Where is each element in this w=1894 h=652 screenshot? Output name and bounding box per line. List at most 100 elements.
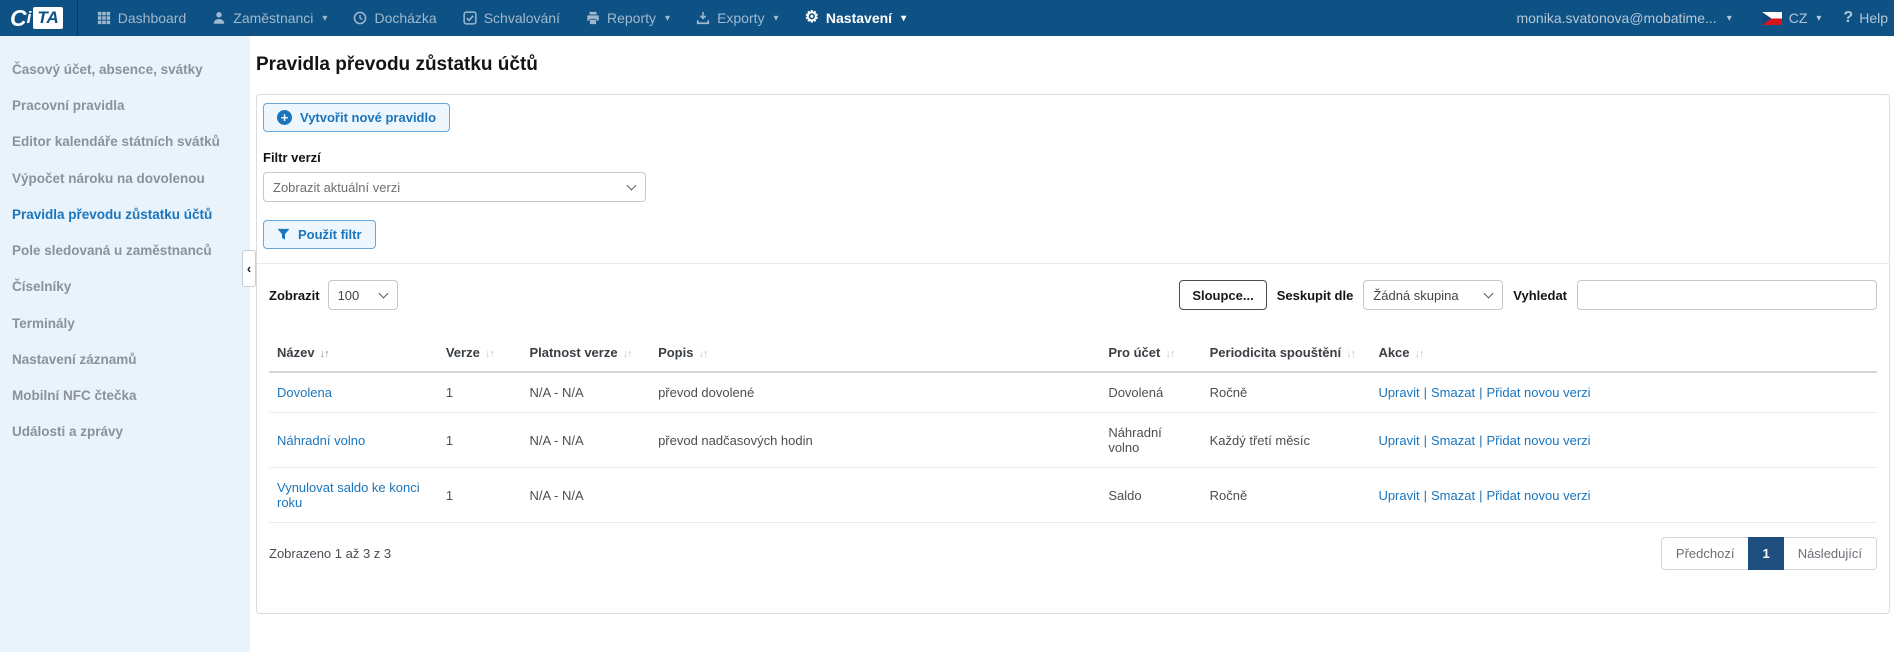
results-summary: Zobrazeno 1 až 3 z 3 [269, 546, 391, 561]
navbar-right: monika.svatonova@mobatime... ▾ CZ ▾ ? He… [1502, 9, 1894, 27]
sort-icon: ↓↑ [485, 348, 494, 360]
action-separator: | [1479, 385, 1482, 400]
sidebar-item-pravidla-prevodu[interactable]: Pravidla převodu zůstatku účtů [0, 197, 250, 233]
caret-down-icon: ▾ [1727, 13, 1732, 24]
sidebar-item-editor-kalendare[interactable]: Editor kalendáře státních svátků [0, 124, 250, 160]
language-menu[interactable]: CZ ▾ [1750, 10, 1834, 26]
apply-filter-button[interactable]: Použít filtr [263, 220, 376, 249]
column-header-akce[interactable]: Akce↓↑ [1370, 336, 1877, 372]
sidebar-item-terminaly[interactable]: Terminály [0, 306, 250, 342]
sidebar-item-pole-sledovana[interactable]: Pole sledovaná u zaměstnanců [0, 233, 250, 269]
caret-down-icon: ▾ [665, 13, 670, 24]
cell-akce: Upravit|Smazat|Přidat novou verzi [1370, 372, 1877, 413]
pagination-page-1-button[interactable]: 1 [1748, 537, 1783, 570]
search-label: Vyhledat [1513, 288, 1567, 303]
cell-verze: 1 [438, 413, 522, 468]
grid-icon [97, 11, 111, 25]
sidebar-item-nastaveni-zaznamu[interactable]: Nastavení záznamů [0, 342, 250, 378]
add-version-link[interactable]: Přidat novou verzi [1486, 385, 1590, 400]
version-filter-select[interactable]: Zobrazit aktuální verzi [263, 172, 646, 202]
nav-item-dochazka[interactable]: Docházka [340, 0, 449, 36]
column-header-popis[interactable]: Popis↓↑ [650, 336, 1100, 372]
app-logo[interactable]: C i TA [0, 0, 78, 36]
rule-name-link[interactable]: Dovolena [277, 385, 332, 400]
action-separator: | [1479, 488, 1482, 503]
gear-icon: ⚙ [805, 10, 819, 26]
sort-icon: ↓↑ [320, 348, 329, 360]
search-input[interactable] [1577, 280, 1877, 310]
nav-item-zamestnanci[interactable]: Zaměstnanci ▾ [199, 0, 340, 36]
cell-verze: 1 [438, 372, 522, 413]
export-icon [696, 11, 710, 25]
plus-circle-icon: + [277, 110, 292, 125]
sidebar-item-vypocet-naroku[interactable]: Výpočet nároku na dovolenou [0, 161, 250, 197]
main-menu: Dashboard Zaměstnanci ▾ Docházka Schvalo… [84, 0, 919, 36]
cell-periodicita: Ročně [1202, 468, 1371, 523]
cell-akce: Upravit|Smazat|Přidat novou verzi [1370, 413, 1877, 468]
nav-label: Docházka [374, 10, 436, 26]
sidebar-item-mobilni-nfc[interactable]: Mobilní NFC čtečka [0, 378, 250, 414]
group-by-select-wrap: Žádná skupina [1363, 280, 1503, 310]
edit-link[interactable]: Upravit [1378, 488, 1419, 503]
nav-label: Schvalování [484, 10, 560, 26]
user-email: monika.svatonova@mobatime... [1516, 10, 1716, 26]
cell-periodicita: Ročně [1202, 372, 1371, 413]
rule-name-link[interactable]: Vynulovat saldo ke konci roku [277, 480, 420, 510]
nav-item-dashboard[interactable]: Dashboard [84, 0, 200, 36]
nav-label: Dashboard [118, 10, 187, 26]
pagination-next-button[interactable]: Následující [1784, 537, 1877, 570]
page-size-select[interactable]: 100 [328, 280, 398, 310]
edit-link[interactable]: Upravit [1378, 433, 1419, 448]
cell-platnost: N/A - N/A [521, 372, 650, 413]
nav-item-schvalovani[interactable]: Schvalování [450, 0, 573, 36]
filter-area: + Vytvořit nové pravidlo Filtr verzí Zob… [257, 95, 1889, 263]
main-content: ‹ Pravidla převodu zůstatku účtů + Vytvo… [250, 36, 1894, 652]
create-rule-button[interactable]: + Vytvořit nové pravidlo [263, 103, 450, 132]
sidebar-item-pracovni-pravidla[interactable]: Pracovní pravidla [0, 88, 250, 124]
caret-down-icon: ▾ [322, 13, 327, 24]
nav-label: Zaměstnanci [233, 10, 313, 26]
cell-platnost: N/A - N/A [521, 413, 650, 468]
table-controls: Zobrazit 100 Sloupce... Seskupit dle Ž [269, 280, 1877, 310]
edit-link[interactable]: Upravit [1378, 385, 1419, 400]
nav-item-reporty[interactable]: Reporty ▾ [573, 0, 683, 36]
sort-icon: ↓↑ [698, 348, 707, 360]
caret-down-icon: ▾ [774, 13, 779, 24]
pagination-prev-button[interactable]: Předchozí [1661, 537, 1749, 570]
column-header-platnost-verze[interactable]: Platnost verze↓↑ [521, 336, 650, 372]
sidebar-item-ciselniky[interactable]: Číselníky [0, 269, 250, 305]
table-row: Vynulovat saldo ke konci roku 1 N/A - N/… [269, 468, 1877, 523]
sidebar-item-casovy-ucet[interactable]: Časový účet, absence, svátky [0, 52, 250, 88]
sidebar-collapse-handle[interactable]: ‹ [242, 250, 256, 287]
page-size-label: Zobrazit [269, 288, 320, 303]
user-menu[interactable]: monika.svatonova@mobatime... ▾ [1502, 10, 1745, 26]
logo-letter-i: i [27, 8, 32, 28]
column-header-nazev[interactable]: Název↓↑ [269, 336, 438, 372]
rule-name-link[interactable]: Náhradní volno [277, 433, 365, 448]
version-filter-label: Filtr verzí [263, 150, 1883, 165]
nav-label: Exporty [717, 10, 764, 26]
table-area: Zobrazit 100 Sloupce... Seskupit dle Ž [257, 264, 1889, 592]
question-icon: ? [1843, 9, 1853, 27]
cell-platnost: N/A - N/A [521, 468, 650, 523]
delete-link[interactable]: Smazat [1431, 488, 1475, 503]
column-header-verze[interactable]: Verze↓↑ [438, 336, 522, 372]
sidebar-item-udalosti-zpravy[interactable]: Události a zprávy [0, 414, 250, 450]
pagination: Předchozí 1 Následující [1661, 537, 1877, 570]
columns-button[interactable]: Sloupce... [1179, 280, 1266, 310]
settings-sidebar: Časový účet, absence, svátky Pracovní pr… [0, 36, 250, 652]
nav-item-nastaveni[interactable]: ⚙ Nastavení ▾ [792, 0, 920, 36]
chevron-left-icon: ‹ [247, 261, 251, 276]
help-menu[interactable]: ? Help [1837, 9, 1894, 27]
add-version-link[interactable]: Přidat novou verzi [1486, 433, 1590, 448]
delete-link[interactable]: Smazat [1431, 385, 1475, 400]
column-header-periodicita[interactable]: Periodicita spouštění↓↑ [1202, 336, 1371, 372]
nav-item-exporty[interactable]: Exporty ▾ [683, 0, 792, 36]
filter-funnel-icon [277, 228, 290, 241]
delete-link[interactable]: Smazat [1431, 433, 1475, 448]
group-by-select[interactable]: Žádná skupina [1363, 280, 1503, 310]
top-navbar: C i TA Dashboard Zaměstnanci ▾ Docházka [0, 0, 1894, 36]
column-header-pro-ucet[interactable]: Pro účet↓↑ [1100, 336, 1201, 372]
create-rule-label: Vytvořit nové pravidlo [300, 110, 436, 125]
add-version-link[interactable]: Přidat novou verzi [1486, 488, 1590, 503]
